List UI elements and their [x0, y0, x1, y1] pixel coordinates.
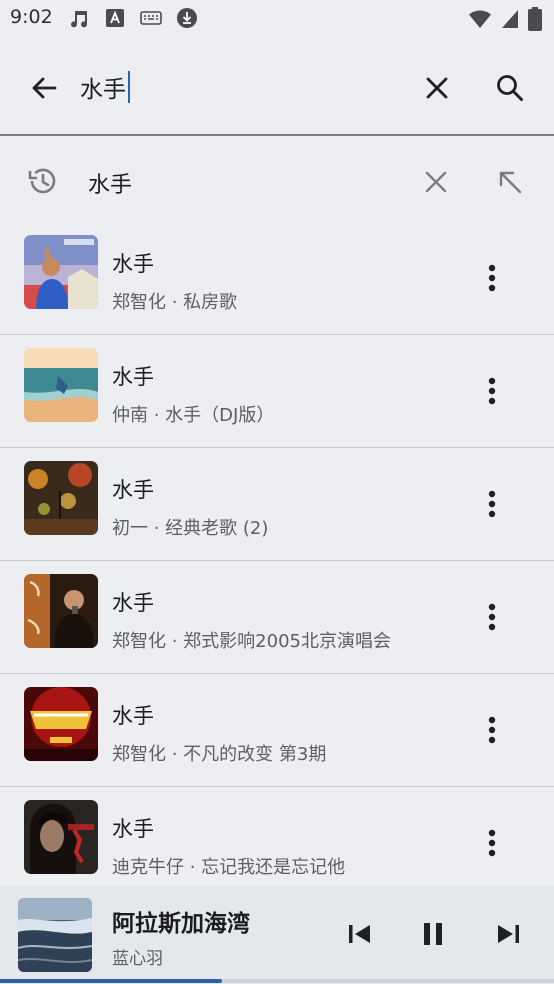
status-bar: 9:02	[0, 0, 554, 38]
more-vert-icon	[488, 264, 496, 292]
song-title: 水手	[112, 591, 154, 615]
status-left-icons	[68, 7, 198, 29]
pause-icon	[424, 923, 442, 945]
skip-previous-icon	[349, 925, 370, 943]
list-item[interactable]: 水手 迪克牛仔 · 忘记我还是忘记他	[0, 787, 554, 899]
song-subtitle: 郑智化 · 郑式影响2005北京演唱会	[112, 631, 391, 652]
playback-progress-bar[interactable]	[0, 979, 554, 983]
pause-button[interactable]	[413, 914, 453, 954]
next-button[interactable]	[488, 914, 528, 954]
song-subtitle: 初一 · 经典老歌 (2)	[112, 518, 269, 539]
battery-icon	[528, 7, 542, 35]
song-title: 水手	[112, 704, 154, 728]
more-options-button[interactable]	[474, 256, 510, 300]
back-button[interactable]	[22, 66, 66, 110]
now-playing-artist: 蓝心羽	[112, 949, 163, 969]
download-icon	[176, 7, 198, 29]
arrow-back-icon	[32, 77, 57, 99]
search-icon	[497, 75, 523, 101]
song-subtitle: 郑智化 · 不凡的改变 第3期	[112, 744, 327, 765]
status-time: 9:02	[10, 6, 53, 28]
cover-6	[24, 800, 98, 874]
history-icon	[24, 162, 62, 200]
song-title: 水手	[112, 252, 154, 276]
remove-history-button[interactable]	[416, 162, 456, 202]
close-icon	[425, 171, 447, 193]
more-options-button[interactable]	[474, 595, 510, 639]
search-query: 水手	[80, 77, 126, 103]
more-options-button[interactable]	[474, 821, 510, 865]
album-cover	[24, 574, 98, 648]
song-title: 水手	[112, 478, 154, 502]
list-item[interactable]: 水手 郑智化 · 不凡的改变 第3期	[0, 674, 554, 787]
playback-progress-fill	[0, 979, 222, 983]
more-vert-icon	[488, 603, 496, 631]
song-subtitle: 仲南 · 水手（DJ版）	[112, 405, 275, 426]
more-vert-icon	[488, 829, 496, 857]
status-right-icons	[468, 7, 542, 35]
history-term: 水手	[88, 173, 133, 198]
song-subtitle: 迪克牛仔 · 忘记我还是忘记他	[112, 857, 346, 878]
album-cover	[24, 461, 98, 535]
more-options-button[interactable]	[474, 708, 510, 752]
cover-4	[24, 574, 98, 648]
text-a-icon	[104, 7, 126, 29]
arrow-up-left-icon	[499, 171, 522, 194]
clear-search-button[interactable]	[415, 66, 459, 110]
album-cover	[24, 348, 98, 422]
now-playing-title: 阿拉斯加海湾	[112, 911, 250, 937]
album-cover	[24, 687, 98, 761]
fill-query-button[interactable]	[490, 162, 530, 202]
search-input[interactable]: 水手	[80, 70, 130, 104]
cover-5	[24, 687, 98, 761]
search-divider	[0, 134, 554, 136]
list-item[interactable]: 水手 郑智化 · 郑式影响2005北京演唱会	[0, 561, 554, 674]
previous-button[interactable]	[340, 914, 380, 954]
search-bar: 水手	[0, 48, 554, 126]
album-cover	[24, 800, 98, 874]
now-playing-cover	[18, 898, 92, 972]
more-options-button[interactable]	[474, 482, 510, 526]
song-subtitle: 郑智化 · 私房歌	[112, 292, 238, 313]
close-icon	[426, 77, 448, 99]
list-item[interactable]: 水手 初一 · 经典老歌 (2)	[0, 448, 554, 561]
keyboard-icon	[140, 7, 162, 29]
history-item[interactable]: 水手	[0, 150, 554, 212]
mini-player[interactable]: 阿拉斯加海湾 蓝心羽	[0, 886, 554, 984]
signal-icon	[500, 8, 520, 34]
more-options-button[interactable]	[474, 369, 510, 413]
cover-3	[24, 461, 98, 535]
search-button[interactable]	[488, 66, 532, 110]
search-results-list: 水手 郑智化 · 私房歌 水手 仲南 · 水手（DJ版） 水手 初一 · 经典老…	[0, 222, 554, 899]
wifi-icon	[468, 8, 492, 34]
more-vert-icon	[488, 490, 496, 518]
song-title: 水手	[112, 365, 154, 389]
skip-next-icon	[498, 925, 519, 943]
more-vert-icon	[488, 716, 496, 744]
more-vert-icon	[488, 377, 496, 405]
cover-1	[24, 235, 98, 309]
song-title: 水手	[112, 817, 154, 841]
cover-2	[24, 348, 98, 422]
list-item[interactable]: 水手 郑智化 · 私房歌	[0, 222, 554, 335]
music-note-icon	[68, 7, 90, 29]
album-cover	[24, 235, 98, 309]
text-caret	[128, 71, 130, 103]
list-item[interactable]: 水手 仲南 · 水手（DJ版）	[0, 335, 554, 448]
